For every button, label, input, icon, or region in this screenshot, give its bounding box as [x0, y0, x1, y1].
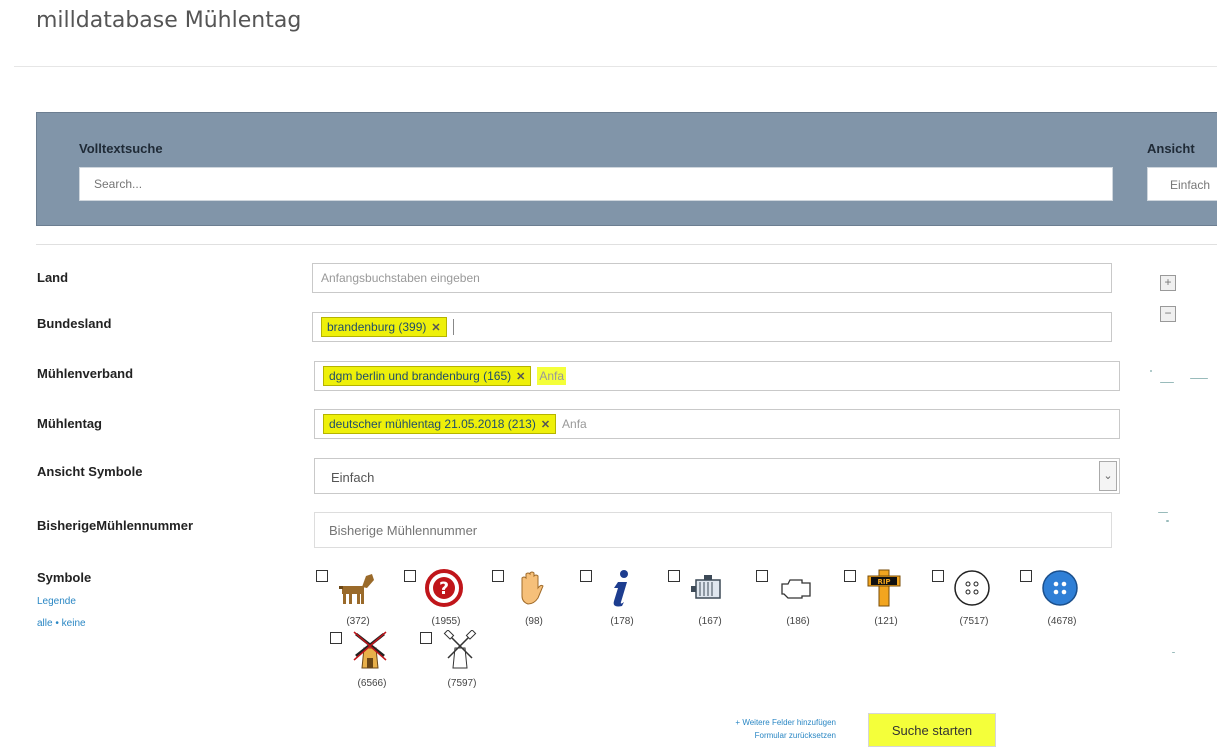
bundesland-tag-text: brandenburg (399): [327, 320, 427, 334]
symbol-count: (372): [346, 616, 370, 627]
ansicht-symbole-select[interactable]: Einfach ⌄: [314, 458, 1120, 494]
symbol-item: (7597): [420, 630, 500, 694]
symbol-checkbox[interactable]: [330, 632, 342, 644]
muehlentag-tag[interactable]: deutscher mühlentag 21.05.2018 (213) ✕: [323, 414, 557, 434]
map-marker: [1158, 512, 1168, 513]
button-blue-icon: [1042, 570, 1078, 606]
symbol-count: (6566): [357, 678, 387, 689]
muehlenverband-tag-text: dgm berlin und brandenburg (165): [329, 369, 512, 383]
land-input[interactable]: Anfangsbuchstaben eingeben: [312, 263, 1112, 293]
map-marker: [1150, 370, 1152, 372]
symbol-count: (98): [525, 616, 543, 627]
text-cursor: [452, 319, 454, 335]
select-all-none-links: alle • keine: [37, 618, 86, 629]
bundesland-label: Bundesland: [37, 316, 112, 331]
symbol-checkbox[interactable]: [756, 570, 768, 582]
bundesland-tag[interactable]: brandenburg (399) ✕: [321, 317, 447, 337]
button-white-icon: [954, 570, 990, 606]
chevron-down-icon[interactable]: ⌄: [1099, 461, 1117, 491]
legend-link[interactable]: Legende: [37, 596, 76, 607]
question-icon: ?: [425, 569, 463, 607]
info-icon: [613, 570, 628, 607]
svg-text:RIP: RIP: [877, 578, 890, 586]
muehlentag-ghost-text: Anfa: [562, 417, 587, 431]
land-placeholder: Anfangsbuchstaben eingeben: [321, 271, 480, 285]
ansicht-symbole-label: Ansicht Symbole: [37, 464, 143, 479]
zoom-out-button[interactable]: −: [1160, 306, 1176, 322]
symbol-item: (6566): [330, 630, 410, 694]
muehlenverband-ghost-text: Anfa: [537, 367, 567, 385]
fulltext-search-input[interactable]: [79, 167, 1113, 201]
select-all-link[interactable]: alle: [37, 618, 53, 629]
remove-tag-icon[interactable]: ✕: [516, 370, 525, 383]
rip-cross-icon: RIP: [867, 569, 901, 607]
view-label: Ansicht: [1147, 141, 1195, 156]
link-separator: •: [55, 618, 59, 629]
map-marker: [1166, 520, 1169, 522]
muehlentag-input[interactable]: deutscher mühlentag 21.05.2018 (213) ✕ A…: [314, 409, 1120, 439]
symbol-checkbox[interactable]: [492, 570, 504, 582]
symbol-item: RIP (121): [844, 568, 924, 632]
symbol-item: (167): [668, 568, 748, 632]
symbol-checkbox[interactable]: [668, 570, 680, 582]
symbol-item: ? (1955): [404, 568, 484, 632]
horse-icon: [339, 574, 374, 604]
bundesland-input[interactable]: brandenburg (399) ✕: [312, 312, 1112, 342]
reset-form-link[interactable]: Formular zurücksetzen: [680, 729, 836, 742]
symbol-checkbox[interactable]: [316, 570, 328, 582]
symbol-item: (4678): [1020, 568, 1100, 632]
map-marker: [1160, 382, 1174, 383]
muehlentag-tag-text: deutscher mühlentag 21.05.2018 (213): [329, 417, 536, 431]
symbol-item: (186): [756, 568, 836, 632]
symbol-item: (7517): [932, 568, 1012, 632]
symbol-checkbox[interactable]: [420, 632, 432, 644]
engine-icon: [691, 575, 721, 599]
zoom-in-button[interactable]: +: [1160, 275, 1176, 291]
symbol-count: (178): [610, 616, 634, 627]
symbol-checkbox[interactable]: [844, 570, 856, 582]
symbol-item: (178): [580, 568, 660, 632]
remove-tag-icon[interactable]: ✕: [431, 321, 440, 334]
map-marker: [1172, 652, 1175, 653]
search-panel: Volltextsuche Ansicht Einfach: [36, 112, 1217, 226]
muehlenverband-label: Mühlenverband: [37, 366, 134, 381]
header-divider: [14, 66, 1217, 67]
muehlentag-label: Mühlentag: [37, 416, 102, 431]
land-label: Land: [37, 270, 69, 285]
muehlenverband-input[interactable]: dgm berlin und brandenburg (165) ✕ Anfa: [314, 361, 1120, 391]
symbol-checkbox[interactable]: [404, 570, 416, 582]
symbol-checkbox[interactable]: [1020, 570, 1032, 582]
symbol-checkbox[interactable]: [580, 570, 592, 582]
muehlenverband-tag[interactable]: dgm berlin und brandenburg (165) ✕: [323, 366, 532, 386]
add-fields-link[interactable]: + Weitere Felder hinzufügen: [680, 716, 836, 729]
bisherige-input[interactable]: [314, 512, 1112, 548]
form-links: + Weitere Felder hinzufügen Formular zur…: [680, 716, 836, 742]
symbol-count: (186): [786, 616, 810, 627]
start-search-button[interactable]: Suche starten: [868, 713, 996, 747]
symbols-label: Symbole: [37, 570, 92, 585]
symbol-count: (7597): [447, 678, 477, 689]
map-marker: [1190, 378, 1208, 379]
remove-tag-icon[interactable]: ✕: [541, 418, 550, 431]
symbol-checkbox[interactable]: [932, 570, 944, 582]
select-none-link[interactable]: keine: [62, 618, 86, 629]
crossed-mill-icon: [353, 631, 387, 669]
motor-outline-icon: [781, 579, 811, 599]
svg-text:?: ?: [439, 579, 449, 599]
form-divider: [36, 244, 1217, 245]
mill-outline-icon: [443, 630, 477, 669]
bisherige-label: BisherigeMühlennummer: [37, 518, 194, 533]
symbol-count: (167): [698, 616, 722, 627]
symbol-count: (121): [874, 616, 898, 627]
symbol-count: (4678): [1047, 616, 1077, 627]
symbol-item: (98): [492, 568, 572, 632]
symbol-item: (372): [316, 568, 396, 632]
view-select[interactable]: Einfach: [1147, 167, 1217, 201]
app-title: milldatabase Mühlentag: [36, 8, 302, 33]
ansicht-symbole-value: Einfach: [331, 470, 375, 485]
hand-icon: [521, 571, 544, 605]
symbol-count: (1955): [431, 616, 461, 627]
symbol-count: (7517): [959, 616, 989, 627]
fulltext-search-label: Volltextsuche: [79, 141, 163, 156]
